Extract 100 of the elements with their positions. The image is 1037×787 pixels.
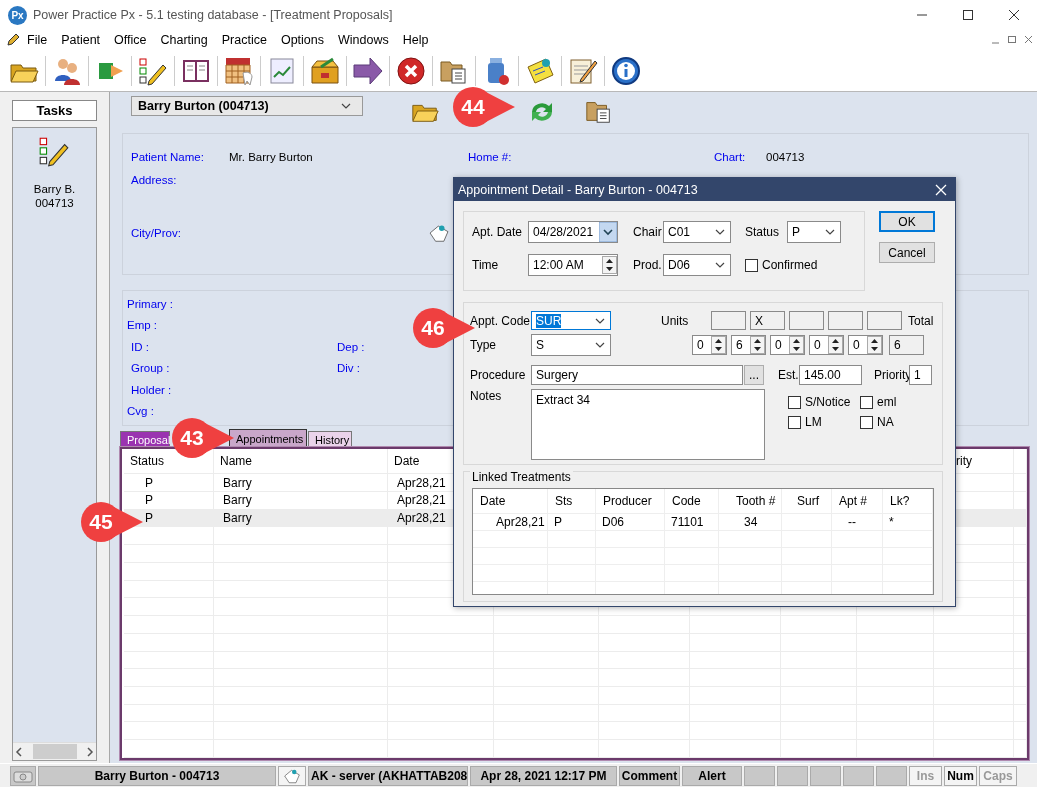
pencil-icon[interactable] (6, 33, 20, 47)
time-field[interactable]: 12:00 AM (528, 254, 618, 276)
checkbox-label[interactable]: NA (877, 415, 894, 429)
unit-box (789, 311, 824, 330)
tab[interactable]: History (308, 431, 352, 447)
column-header[interactable]: Lk? (890, 494, 910, 508)
table-cell: P (145, 493, 153, 508)
column-header[interactable]: Status (130, 454, 165, 469)
menu-item[interactable]: Patient (54, 33, 108, 47)
table-cell: P (145, 475, 153, 490)
spin-buttons-icon[interactable] (867, 335, 882, 354)
cancel-button[interactable]: Cancel (879, 242, 935, 263)
column-header[interactable]: rity (956, 454, 972, 469)
column-header[interactable]: Date (394, 454, 420, 469)
status-panel (876, 765, 907, 786)
patient-dropdown[interactable]: Barry Burton (004713) (131, 96, 363, 116)
checkbox-label[interactable]: eml (877, 395, 897, 409)
unit-spinner[interactable]: 0 (848, 334, 883, 355)
task-name[interactable]: Barry B. (33, 182, 76, 196)
table-cell: P (145, 511, 153, 525)
checkbox-label[interactable]: Confirmed (762, 258, 818, 272)
column-header[interactable]: Producer (603, 494, 652, 508)
field-label: Status (745, 225, 781, 239)
checkbox-label[interactable]: LM (805, 415, 822, 429)
checkbox[interactable] (860, 395, 873, 409)
key-indicator: Caps (979, 765, 1017, 786)
menu-item[interactable]: Options (273, 33, 331, 47)
column-header[interactable]: Apt # (839, 494, 868, 508)
type-dropdown[interactable]: S (531, 333, 611, 356)
tab[interactable]: Proposal (120, 431, 170, 447)
unit-spinner[interactable]: 0 (692, 334, 727, 355)
table-cell: -- (848, 515, 856, 529)
field-value: 004713 (766, 150, 806, 163)
notes-field[interactable]: Extract 34 (531, 389, 765, 460)
column-header[interactable]: Code (672, 494, 701, 508)
checkbox[interactable] (788, 415, 801, 429)
ok-button[interactable]: OK (879, 211, 935, 232)
field-label: ID : (131, 340, 149, 353)
checkbox[interactable] (788, 395, 801, 409)
column-header[interactable]: Surf (797, 494, 819, 508)
key-indicator: Ins (909, 765, 942, 786)
unit-spinner[interactable]: 0 (809, 334, 844, 355)
horizontal-scrollbar[interactable] (13, 742, 96, 760)
spin-buttons-icon[interactable] (711, 335, 726, 354)
scroll-right-icon[interactable] (84, 745, 96, 758)
procedure-field[interactable]: Surgery (531, 365, 743, 385)
dialog-title: Appointment Detail - Barry Burton - 004713 (458, 182, 698, 197)
table-cell: Barry (223, 475, 252, 490)
menu-item[interactable]: Charting (153, 33, 215, 47)
menu-item[interactable]: File (20, 33, 55, 47)
menu-item[interactable]: Office (107, 33, 154, 47)
calendar-dropdown-icon[interactable] (599, 222, 617, 242)
column-header[interactable]: Date (480, 494, 506, 508)
status-comment[interactable]: Comment (619, 765, 680, 786)
date-field[interactable]: 04/28/2021 (528, 221, 618, 243)
checkbox[interactable] (860, 415, 873, 429)
field-label: Dep : (337, 340, 365, 353)
field-label: Group : (131, 362, 170, 375)
camera-icon[interactable] (13, 768, 33, 783)
field-label: Div : (337, 362, 360, 375)
field-label: Primary : (127, 297, 173, 310)
status-alert[interactable]: Alert (682, 765, 742, 786)
table-cell: P (554, 515, 562, 529)
scroll-left-icon[interactable] (13, 745, 25, 758)
unit-spinner[interactable]: 6 (731, 334, 766, 355)
status-panel (810, 765, 841, 786)
appointment-code-dropdown[interactable]: SUR (531, 311, 611, 330)
field-label: Prod. (633, 258, 663, 272)
estimate-field[interactable]: 145.00 (799, 365, 862, 385)
menu-item[interactable]: Windows (331, 33, 396, 47)
unit-spinner[interactable]: 0 (770, 334, 805, 355)
spin-buttons-icon[interactable] (789, 335, 804, 354)
table-cell: Barry (223, 493, 252, 508)
status-dropdown[interactable]: P (787, 221, 841, 243)
tab[interactable]: Appointments (229, 429, 307, 447)
table-cell: 71101 (671, 515, 704, 529)
info-icon[interactable] (610, 54, 642, 87)
unit-box (711, 311, 746, 330)
spin-buttons-icon[interactable] (750, 335, 765, 354)
spin-buttons-icon[interactable] (828, 335, 843, 354)
priority-field[interactable]: 1 (909, 365, 932, 385)
field-label: Priority (874, 368, 909, 382)
checkbox[interactable] (745, 258, 758, 272)
field-label: Apt. Date (472, 225, 524, 239)
menu-item[interactable]: Practice (214, 33, 274, 47)
spin-buttons-icon[interactable] (602, 256, 617, 274)
column-header[interactable]: Sts (555, 494, 573, 508)
tasks-header: Tasks (12, 100, 97, 121)
checkbox-label[interactable]: S/Notice (805, 395, 851, 409)
chair-dropdown[interactable]: C01 (663, 221, 731, 243)
close-icon[interactable] (395, 54, 427, 87)
close-icon[interactable] (935, 183, 947, 196)
column-header[interactable]: Tooth # (736, 494, 776, 508)
menu-item[interactable]: Help (395, 33, 436, 47)
browse-button[interactable]: ... (744, 365, 764, 385)
field-label: Chair (633, 225, 663, 239)
task-id[interactable]: 004713 (35, 196, 74, 210)
producer-dropdown[interactable]: D06 (663, 254, 731, 276)
table-cell: Apr28,21 (397, 511, 446, 525)
field-label: City/Prov: (131, 226, 182, 239)
